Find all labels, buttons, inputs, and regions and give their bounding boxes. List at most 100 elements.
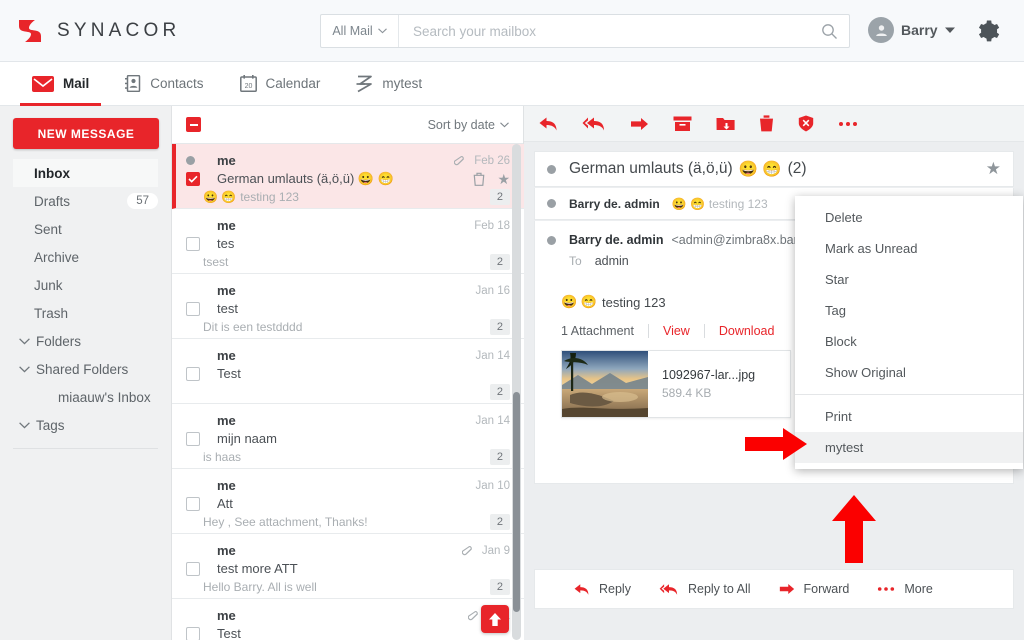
- contacts-icon: [125, 75, 141, 92]
- search-scope-dropdown[interactable]: All Mail: [321, 15, 399, 47]
- menu-item-block[interactable]: Block: [795, 326, 1023, 357]
- sidebar-item-shared-folders[interactable]: Shared Folders: [13, 355, 158, 383]
- sidebar-item-trash[interactable]: Trash: [13, 299, 158, 327]
- row-checkbox[interactable]: [186, 496, 200, 511]
- search-input[interactable]: [399, 16, 809, 46]
- menu-item-delete[interactable]: Delete: [795, 202, 1023, 233]
- tab-contacts[interactable]: Contacts: [107, 62, 221, 106]
- menu-item-print[interactable]: Print: [795, 401, 1023, 432]
- reply-all-button[interactable]: Reply to All: [659, 582, 751, 596]
- select-all-checkbox[interactable]: [186, 117, 201, 132]
- new-message-button[interactable]: NEW MESSAGE: [13, 118, 159, 149]
- scroll-to-top-button[interactable]: [481, 605, 509, 633]
- message-date: Jan 9: [481, 544, 510, 557]
- tab-mail[interactable]: Mail: [14, 62, 107, 106]
- trash-icon[interactable]: [759, 115, 774, 132]
- table-row[interactable]: me Jan 14 Test 2: [172, 339, 524, 404]
- sidebar-item-junk[interactable]: Junk: [13, 271, 158, 299]
- sidebar-item-label: Folders: [36, 333, 82, 349]
- sidebar-item-sent[interactable]: Sent: [13, 215, 158, 243]
- table-row[interactable]: me Feb 26 German umlauts (ä,ö,ü) 😀 😁 ★ 😀…: [172, 144, 524, 209]
- row-checkbox[interactable]: [186, 626, 200, 640]
- zimbra-icon: [356, 75, 373, 92]
- row-checkbox[interactable]: [186, 366, 200, 381]
- row-checkbox[interactable]: [186, 431, 200, 446]
- thread-count-badge: 2: [489, 579, 510, 595]
- reply-button[interactable]: Reply: [573, 582, 631, 596]
- forward-button-label: Forward: [803, 582, 850, 596]
- sidebar-item-folders[interactable]: Folders: [13, 327, 158, 355]
- trash-icon[interactable]: [473, 172, 485, 186]
- forward-icon[interactable]: [630, 117, 649, 131]
- spam-shield-icon[interactable]: [798, 115, 814, 132]
- menu-item-label: mytest: [825, 440, 864, 455]
- tab-calendar[interactable]: 20 Calendar: [222, 62, 339, 106]
- menu-item-show-original[interactable]: Show Original: [795, 357, 1023, 388]
- brand-name: SYNACOR: [57, 19, 181, 41]
- star-icon[interactable]: ★: [497, 172, 510, 186]
- more-button[interactable]: More: [877, 582, 933, 596]
- message-preview: tsest: [203, 255, 229, 269]
- brand-logo[interactable]: SYNACOR: [15, 16, 180, 46]
- menu-separator: [795, 394, 1023, 395]
- row-checkbox[interactable]: [186, 171, 200, 186]
- archive-icon[interactable]: [673, 116, 692, 132]
- chevron-down-icon: [19, 337, 30, 345]
- star-icon[interactable]: ★: [986, 159, 1001, 179]
- menu-item-tag[interactable]: Tag: [795, 295, 1023, 326]
- settings-button[interactable]: [974, 18, 1000, 49]
- menu-item-label: Print: [825, 409, 852, 424]
- view-attachment-link[interactable]: View: [663, 324, 690, 338]
- move-folder-icon[interactable]: [716, 116, 735, 132]
- table-row[interactable]: me Jan 14 mijn naam is haas 2: [172, 404, 524, 469]
- scrollbar-thumb[interactable]: [513, 392, 520, 612]
- sidebar-item-drafts[interactable]: Drafts 57: [13, 187, 158, 215]
- message-subject: mijn naam: [217, 431, 277, 446]
- tab-mytest[interactable]: mytest: [338, 62, 440, 106]
- unread-dot-icon: [547, 199, 556, 208]
- sort-by-dropdown[interactable]: Sort by date: [428, 118, 509, 132]
- search-icon: [821, 23, 837, 39]
- row-checkbox[interactable]: [186, 301, 200, 316]
- message-preview: Hey , See attachment, Thanks!: [203, 515, 368, 529]
- table-row[interactable]: me Jan 16 test Dit is een testdddd 2: [172, 274, 524, 339]
- more-dots-icon[interactable]: [838, 121, 858, 127]
- forward-button[interactable]: Forward: [779, 582, 850, 596]
- sidebar-item-archive[interactable]: Archive: [13, 243, 158, 271]
- search-button[interactable]: [809, 15, 849, 47]
- sidebar-item-inbox[interactable]: Inbox: [13, 159, 158, 187]
- row-checkbox[interactable]: [186, 561, 200, 576]
- table-row[interactable]: me Feb 18 tes tsest 2: [172, 209, 524, 274]
- table-row[interactable]: me Jan 10 Att Hey , See attachment, Than…: [172, 469, 524, 534]
- table-row[interactable]: me Jan 9 test more ATT Hello Barry. All …: [172, 534, 524, 599]
- message-subject: Test: [217, 626, 241, 640]
- download-attachment-link[interactable]: Download: [719, 324, 775, 338]
- user-name: Barry: [901, 22, 938, 38]
- row-checkbox[interactable]: [186, 236, 200, 251]
- svg-text:20: 20: [244, 83, 252, 90]
- sidebar-item-tags[interactable]: Tags: [13, 411, 158, 439]
- thread-count-badge: 2: [489, 384, 510, 400]
- menu-item-mytest[interactable]: mytest: [795, 432, 1023, 463]
- message-sender: me: [217, 608, 236, 623]
- table-row[interactable]: me 12/1 Test: [172, 599, 524, 640]
- message-subject: test: [217, 301, 238, 316]
- reply-all-icon[interactable]: [582, 116, 606, 132]
- sidebar-item-miaauws-inbox[interactable]: miaauw's Inbox: [13, 383, 158, 411]
- message-subject-bar: German umlauts (ä,ö,ü) 😀 😁 (2) ★: [534, 151, 1014, 187]
- unread-dot-icon: [547, 164, 556, 174]
- user-menu[interactable]: Barry: [868, 17, 955, 43]
- conversation-snippet-text: testing 123: [708, 196, 768, 211]
- message-subject: German umlauts (ä,ö,ü) 😀 😁: [217, 170, 394, 186]
- menu-item-label: Star: [825, 272, 849, 287]
- tab-calendar-label: Calendar: [265, 76, 321, 91]
- menu-item-mark-as-unread[interactable]: Mark as Unread: [795, 233, 1023, 264]
- menu-item-star[interactable]: Star: [795, 264, 1023, 295]
- to-label: To: [569, 254, 582, 268]
- reply-icon[interactable]: [538, 116, 558, 132]
- body-emojis: 😀 😁: [561, 294, 597, 309]
- thread-count-badge: 2: [489, 189, 510, 205]
- subject-emojis: 😀 😁: [738, 160, 782, 178]
- attachment-card[interactable]: 1092967-lar...jpg 589.4 KB: [561, 350, 791, 418]
- message-list-scrollbar[interactable]: [512, 144, 521, 640]
